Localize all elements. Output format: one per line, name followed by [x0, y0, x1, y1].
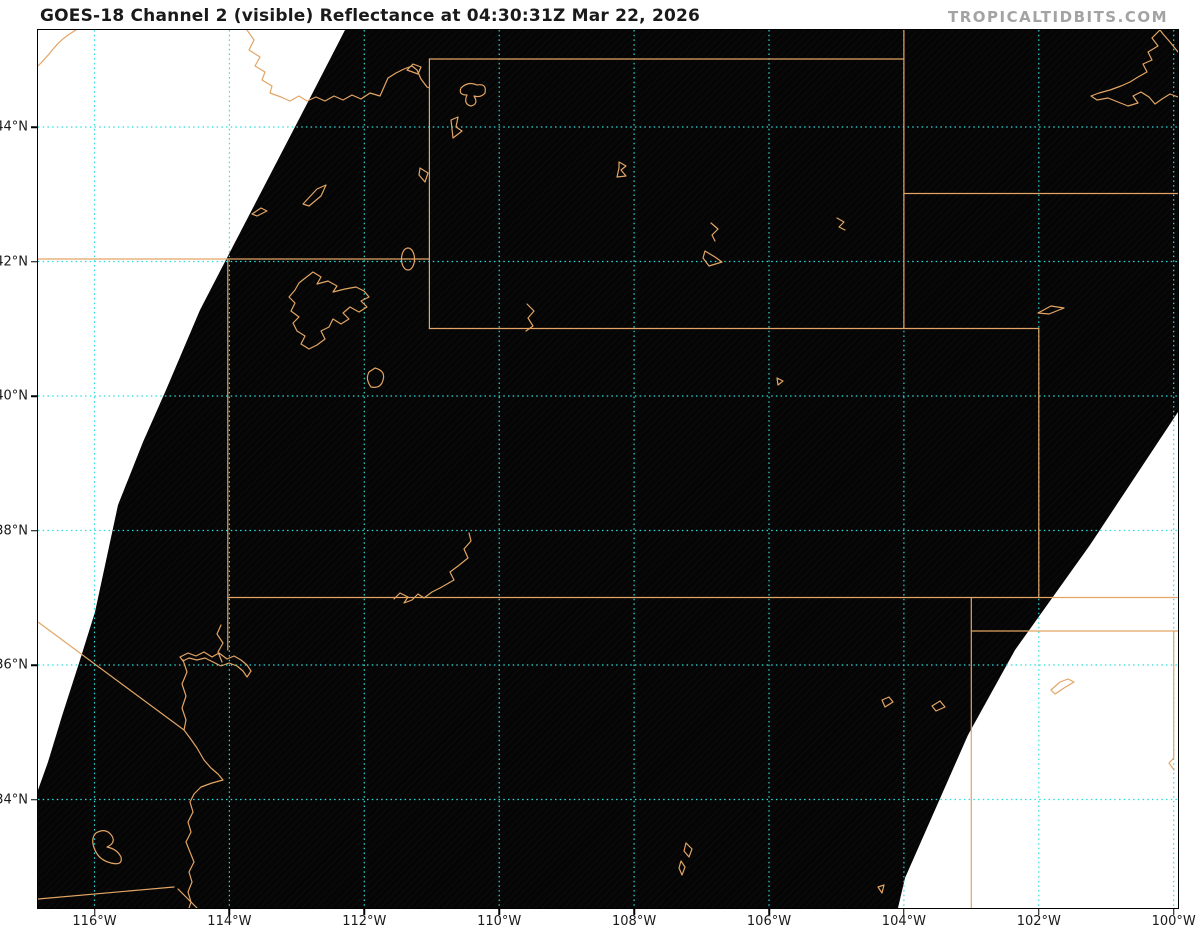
- y-tick-40°N: 40°N: [0, 388, 28, 404]
- y-tick-34°N: 34°N: [0, 792, 28, 807]
- y-tickmark-34°N: [31, 798, 38, 801]
- y-tick-38°N: 38°N: [0, 523, 28, 538]
- y-tickmark-44°N: [31, 126, 38, 128]
- x-tickmark-104°W: [903, 908, 905, 915]
- x-tick-100°W: 100°W: [1151, 914, 1196, 929]
- satellite-viewer-frame: GOES-18 Channel 2 (visible) Reflectance …: [0, 0, 1200, 929]
- x-tickmark-110°W: [498, 908, 500, 915]
- x-tickmark-106°W: [768, 908, 770, 915]
- y-tick-36°N: 36°N: [0, 657, 28, 673]
- y-tickmark-42°N: [31, 260, 38, 263]
- y-tick-42°N: 42°N: [0, 254, 28, 269]
- page-title: GOES-18 Channel 2 (visible) Reflectance …: [40, 6, 701, 26]
- x-tickmark-116°W: [93, 908, 96, 915]
- x-tickmark-112°W: [363, 908, 366, 915]
- x-tick-102°W: 102°W: [1016, 914, 1061, 929]
- x-tickmark-102°W: [1038, 908, 1040, 915]
- y-tickmark-36°N: [31, 664, 38, 666]
- satellite-map-canvas[interactable]: [37, 29, 1179, 909]
- x-tick-106°W: 106°W: [746, 914, 792, 929]
- x-tick-112°W: 112°W: [342, 914, 387, 929]
- x-tick-108°W: 108°W: [612, 914, 657, 929]
- y-tick-44°N: 44°N: [0, 119, 28, 135]
- x-tickmark-108°W: [633, 908, 635, 915]
- snake-river: [38, 30, 77, 67]
- satellite-swath-region: [38, 30, 1178, 908]
- x-tick-104°W: 104°W: [881, 914, 926, 929]
- x-tick-114°W: 114°W: [207, 914, 252, 929]
- x-tickmark-114°W: [228, 908, 231, 915]
- x-tick-116°W: 116°W: [72, 914, 117, 929]
- satellite-map-svg: [38, 30, 1178, 908]
- y-tickmark-38°N: [31, 529, 38, 532]
- lake-meredith: [1050, 678, 1075, 695]
- watermark-brand: TROPICALTIDBITS.COM: [948, 8, 1168, 26]
- y-tickmark-40°N: [31, 395, 38, 397]
- x-tickmark-100°W: [1172, 908, 1175, 915]
- border-texas-100w: [1168, 630, 1175, 771]
- x-tick-110°W: 110°W: [477, 914, 522, 929]
